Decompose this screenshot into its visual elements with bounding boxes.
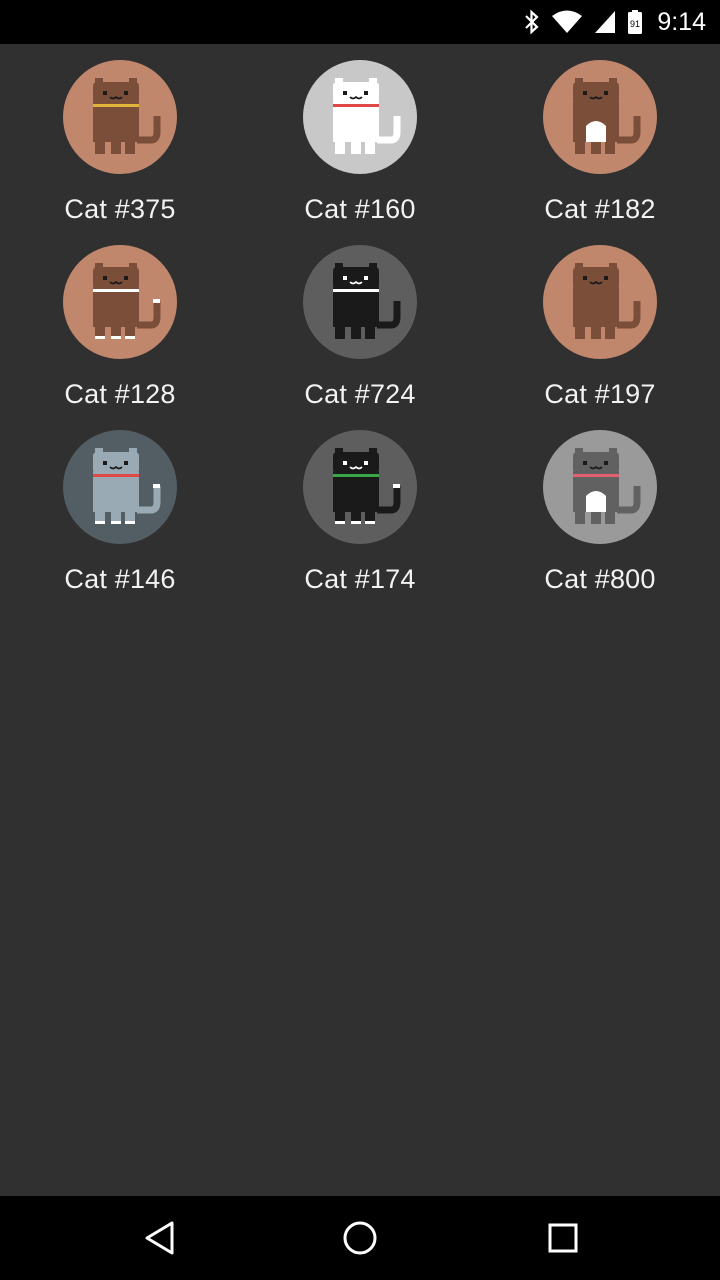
cat-avatar	[303, 245, 417, 359]
cat-item[interactable]: Cat #724	[240, 229, 480, 414]
cat-avatar	[543, 430, 657, 544]
cat-name: Cat #197	[544, 379, 656, 409]
cat-item[interactable]: Cat #174	[240, 414, 480, 599]
cat-name: Cat #724	[304, 379, 416, 409]
cat-name: Cat #800	[544, 564, 656, 594]
cat-name: Cat #128	[64, 379, 176, 409]
recents-icon	[548, 1223, 578, 1253]
cat-item[interactable]: Cat #375	[0, 44, 240, 229]
cat-avatar	[63, 245, 177, 359]
cat-name: Cat #375	[64, 194, 176, 224]
svg-text:91: 91	[630, 19, 640, 29]
home-button[interactable]	[300, 1196, 420, 1280]
cat-item[interactable]: Cat #128	[0, 229, 240, 414]
status-bar: 91 9:14	[0, 0, 720, 44]
cat-item[interactable]: Cat #182	[480, 44, 720, 229]
navigation-bar	[0, 1196, 720, 1280]
cat-avatar	[543, 60, 657, 174]
cat-item[interactable]: Cat #160	[240, 44, 480, 229]
back-button[interactable]	[100, 1196, 220, 1280]
wifi-icon	[551, 9, 583, 35]
cat-avatar	[63, 60, 177, 174]
cat-avatar	[303, 60, 417, 174]
cat-avatar	[543, 245, 657, 359]
home-icon	[343, 1221, 377, 1255]
recents-button[interactable]	[503, 1196, 623, 1280]
cat-item[interactable]: Cat #800	[480, 414, 720, 599]
cat-name: Cat #182	[544, 194, 656, 224]
cat-item[interactable]: Cat #197	[480, 229, 720, 414]
cell-signal-icon	[593, 9, 617, 35]
clock: 9:14	[657, 7, 706, 36]
cat-name: Cat #174	[304, 564, 416, 594]
cat-name: Cat #160	[304, 194, 416, 224]
cat-avatar	[303, 430, 417, 544]
screen: 91 9:14 Cat #375 Cat #160 Cat #182 Cat #128…	[0, 0, 720, 1280]
back-icon	[145, 1221, 174, 1255]
cat-item[interactable]: Cat #146	[0, 414, 240, 599]
bluetooth-icon	[523, 9, 541, 35]
battery-icon: 91	[627, 9, 643, 35]
cat-avatar	[63, 430, 177, 544]
cat-name: Cat #146	[64, 564, 176, 594]
